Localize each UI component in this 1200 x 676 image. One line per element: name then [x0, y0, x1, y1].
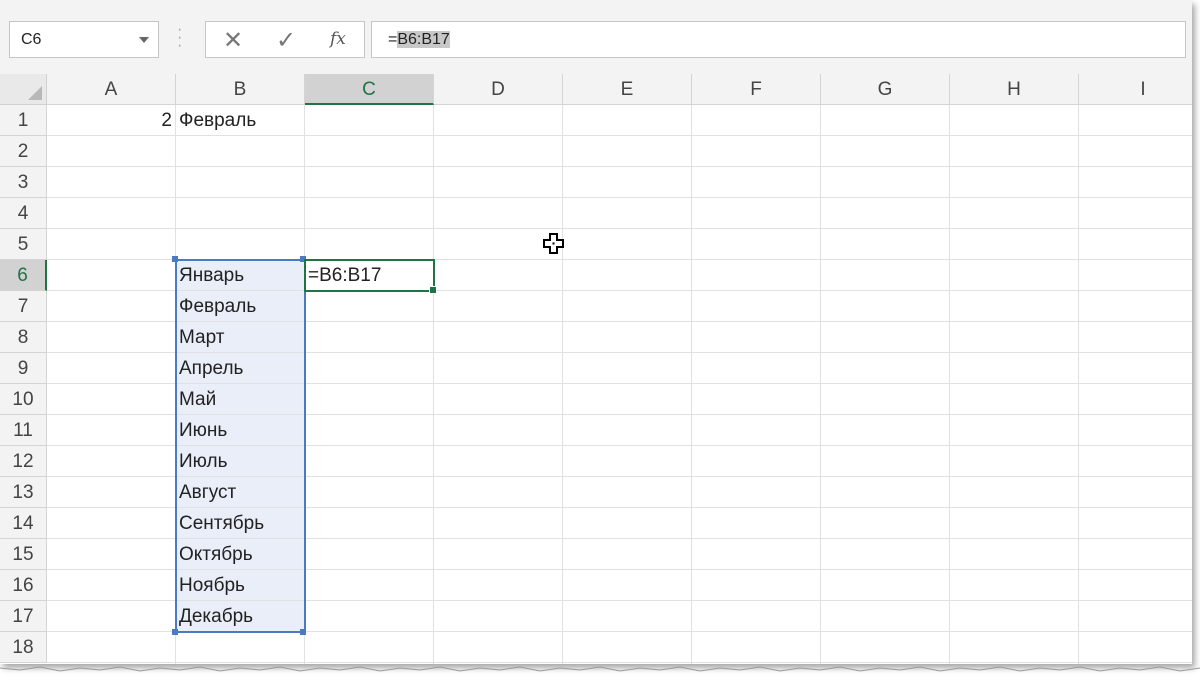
range-handle-bottom-left[interactable] — [172, 629, 178, 635]
cell-b1[interactable]: Февраль — [179, 105, 256, 136]
row-header-9[interactable]: 9 — [0, 353, 47, 384]
formula-input[interactable]: =B6:B17 — [371, 21, 1186, 58]
column-header-b[interactable]: B — [176, 74, 305, 105]
row-header-15[interactable]: 15 — [0, 539, 47, 570]
column-header-f[interactable]: F — [692, 74, 821, 105]
row-header-13[interactable]: 13 — [0, 477, 47, 508]
check-icon[interactable]: ✓ — [276, 26, 296, 55]
column-header-g[interactable]: G — [821, 74, 950, 105]
cell-a1[interactable]: 2 — [47, 105, 172, 136]
row-header-7[interactable]: 7 — [0, 291, 47, 322]
gridline — [562, 105, 563, 664]
row-header-8[interactable]: 8 — [0, 322, 47, 353]
row-header-16[interactable]: 16 — [0, 570, 47, 601]
row-header-18[interactable]: 18 — [0, 632, 47, 663]
gridline — [47, 228, 1192, 229]
formula-text: =B6:B17 — [388, 31, 450, 49]
row-header-12[interactable]: 12 — [0, 446, 47, 477]
gridline — [47, 166, 1192, 167]
gridline — [949, 105, 950, 664]
row-header-17[interactable]: 17 — [0, 601, 47, 632]
formula-prefix: = — [388, 31, 398, 48]
column-header-i[interactable]: I — [1079, 74, 1192, 105]
gridline — [47, 197, 1192, 198]
column-header-h[interactable]: H — [950, 74, 1079, 105]
formula-range-highlight: B6:B17 — [397, 31, 450, 48]
gridline — [433, 105, 434, 664]
range-handle-bottom-right[interactable] — [300, 629, 306, 635]
cells-area[interactable]: 2 Февраль Январь Февраль Март Апрель Май… — [47, 105, 1192, 664]
gridline — [820, 105, 821, 664]
cell-c6-edit-text[interactable]: =B6:B17 — [308, 260, 381, 291]
formula-bar: C6 · · · ✕ ✓ fx =B6:B17 — [0, 0, 1192, 75]
row-header-10[interactable]: 10 — [0, 384, 47, 415]
name-box-value: C6 — [21, 31, 42, 48]
gridline — [691, 105, 692, 664]
row-header-2[interactable]: 2 — [0, 136, 47, 167]
fill-handle[interactable] — [429, 286, 437, 294]
drag-handle-icon[interactable]: · · · — [177, 22, 182, 54]
gridline — [1078, 105, 1079, 664]
select-all-triangle-icon — [28, 86, 42, 100]
formula-buttons: ✕ ✓ fx — [205, 21, 365, 58]
close-icon[interactable]: ✕ — [223, 26, 243, 55]
select-all-button[interactable] — [0, 74, 47, 105]
range-handle-top-left[interactable] — [172, 256, 178, 262]
torn-edge-decoration — [0, 666, 1200, 672]
row-header-5[interactable]: 5 — [0, 229, 47, 260]
row-header-11[interactable]: 11 — [0, 415, 47, 446]
excel-window: C6 · · · ✕ ✓ fx =B6:B17 A B C D E F G H I … — [0, 0, 1192, 664]
column-header-c[interactable]: C — [305, 74, 434, 105]
row-header-3[interactable]: 3 — [0, 167, 47, 198]
referenced-range-border — [175, 259, 306, 633]
column-header-d[interactable]: D — [434, 74, 563, 105]
chevron-down-icon[interactable] — [139, 37, 149, 43]
row-header-1[interactable]: 1 — [0, 105, 47, 136]
name-box[interactable]: C6 — [9, 21, 159, 58]
row-header-4[interactable]: 4 — [0, 198, 47, 229]
cross-cursor-icon — [543, 233, 564, 254]
fx-icon[interactable]: fx — [330, 29, 346, 49]
column-header-a[interactable]: A — [47, 74, 176, 105]
column-header-e[interactable]: E — [563, 74, 692, 105]
row-header-14[interactable]: 14 — [0, 508, 47, 539]
gridline — [47, 662, 1192, 663]
row-header-6[interactable]: 6 — [0, 260, 47, 291]
